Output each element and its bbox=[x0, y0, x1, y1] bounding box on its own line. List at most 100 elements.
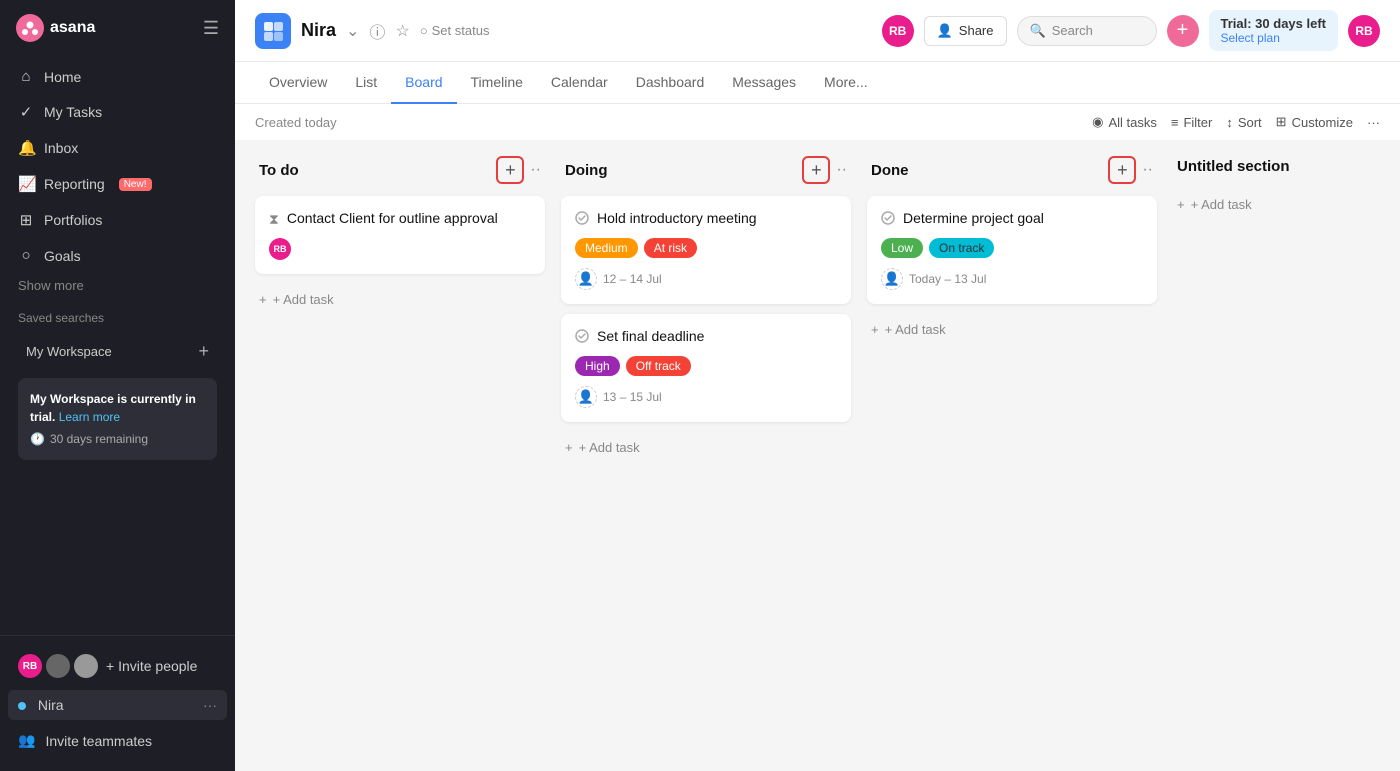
portfolios-icon: ⊞ bbox=[18, 211, 34, 229]
task-tags-meeting: Medium At risk bbox=[575, 238, 837, 258]
column-todo-title: To do bbox=[259, 162, 299, 179]
sort-icon: ↕ bbox=[1226, 115, 1233, 130]
task-title-text: Determine project goal bbox=[903, 210, 1044, 226]
tab-messages[interactable]: Messages bbox=[718, 62, 810, 104]
bell-icon: 🔔 bbox=[18, 139, 34, 157]
asana-logo: asana bbox=[16, 14, 95, 42]
column-done-title: Done bbox=[871, 162, 909, 179]
sidebar-item-home-label: Home bbox=[44, 69, 81, 85]
workspace-add-icon[interactable]: + bbox=[198, 341, 209, 362]
task-card-final-deadline[interactable]: Set final deadline High Off track 👤 13 –… bbox=[561, 314, 851, 422]
asana-logo-icon bbox=[16, 14, 44, 42]
trial-badge-title: Trial: 30 days left bbox=[1221, 16, 1327, 31]
search-placeholder: Search bbox=[1052, 23, 1093, 38]
sidebar-item-reporting[interactable]: 📈 Reporting New! bbox=[8, 167, 227, 201]
project-dot bbox=[18, 702, 26, 710]
trial-text: My Workspace is currently in trial. Lear… bbox=[30, 392, 196, 424]
tab-timeline[interactable]: Timeline bbox=[457, 62, 537, 104]
filter-icon: ≡ bbox=[1171, 115, 1179, 130]
add-task-label: + Add task bbox=[273, 292, 334, 307]
sidebar: asana ☰ ⌂ Home ✓ My Tasks 🔔 Inbox 📈 Repo… bbox=[0, 0, 235, 771]
all-tasks-button[interactable]: ◉ All tasks bbox=[1092, 114, 1157, 130]
circle-check-icon2 bbox=[575, 329, 589, 346]
show-more-button[interactable]: Show more bbox=[8, 274, 227, 297]
workspace-header: My Workspace + bbox=[16, 335, 219, 368]
task-avatar-rb: RB bbox=[269, 238, 291, 260]
goals-icon: ○ bbox=[18, 247, 34, 264]
task-card-project-goal[interactable]: Determine project goal Low On track 👤 To… bbox=[867, 196, 1157, 304]
add-task-todo-row[interactable]: + + Add task bbox=[255, 284, 545, 315]
tag-on-track: On track bbox=[929, 238, 994, 258]
task-title-goal: Determine project goal bbox=[881, 210, 1143, 228]
star-icon[interactable]: ☆ bbox=[395, 21, 409, 41]
trial-days-text: 30 days remaining bbox=[50, 430, 148, 448]
sidebar-item-my-tasks[interactable]: ✓ My Tasks bbox=[8, 95, 227, 129]
avatar-gray2 bbox=[74, 654, 98, 678]
column-done-actions: + ·· bbox=[1108, 156, 1153, 184]
nav-tabs: Overview List Board Timeline Calendar Da… bbox=[235, 62, 1400, 104]
column-done-dots[interactable]: ·· bbox=[1142, 161, 1153, 179]
check-icon: ✓ bbox=[18, 103, 34, 121]
task-date-meeting: 👤 12 – 14 Jul bbox=[575, 268, 837, 290]
avatar-gray bbox=[46, 654, 70, 678]
tab-overview[interactable]: Overview bbox=[255, 62, 341, 104]
column-done: Done + ·· Determine project goal bbox=[867, 156, 1157, 345]
add-task-doing-row[interactable]: + + Add task bbox=[561, 432, 851, 463]
add-task-untitled-row[interactable]: + + Add task bbox=[1173, 189, 1400, 220]
tab-more[interactable]: More... bbox=[810, 62, 882, 104]
task-card-hold-meeting[interactable]: Hold introductory meeting Medium At risk… bbox=[561, 196, 851, 304]
assignee-empty-icon2: 👤 bbox=[575, 386, 597, 408]
customize-button[interactable]: ⊞ Customize bbox=[1276, 114, 1353, 130]
task-title-deadline: Set final deadline bbox=[575, 328, 837, 346]
add-task-label: + Add task bbox=[1191, 197, 1252, 212]
column-done-header: Done + ·· bbox=[867, 156, 1157, 184]
learn-more-link[interactable]: Learn more bbox=[59, 410, 120, 424]
sidebar-item-home[interactable]: ⌂ Home bbox=[8, 60, 227, 93]
sidebar-item-portfolios[interactable]: ⊞ Portfolios bbox=[8, 203, 227, 237]
column-doing-header: Doing + ·· bbox=[561, 156, 851, 184]
tab-calendar[interactable]: Calendar bbox=[537, 62, 622, 104]
set-status-button[interactable]: ○ Set status bbox=[420, 23, 490, 38]
share-button[interactable]: 👤 Share bbox=[924, 16, 1007, 46]
filter-button[interactable]: ≡ Filter bbox=[1171, 115, 1212, 130]
task-card-contact-client[interactable]: ⧗ Contact Client for outline approval RB bbox=[255, 196, 545, 274]
chevron-down-icon[interactable]: ⌄ bbox=[346, 21, 359, 41]
invite-icon: 👥 bbox=[18, 732, 35, 749]
info-icon[interactable]: ⓘ bbox=[369, 19, 385, 43]
more-options-button[interactable]: ··· bbox=[1367, 115, 1380, 130]
select-plan-link[interactable]: Select plan bbox=[1221, 31, 1280, 45]
add-task-done-button[interactable]: + bbox=[1108, 156, 1136, 184]
add-task-doing-button[interactable]: + bbox=[802, 156, 830, 184]
project-icon-box bbox=[255, 13, 291, 49]
invite-teammates-button[interactable]: 👥 Invite teammates bbox=[8, 724, 227, 757]
column-todo: To do + ·· ⧗ Contact Client for outline … bbox=[255, 156, 545, 315]
hamburger-icon[interactable]: ☰ bbox=[203, 18, 219, 39]
topbar: Nira ⌄ ⓘ ☆ ○ Set status RB 👤 Share 🔍 Sea… bbox=[235, 0, 1400, 62]
project-item-nira[interactable]: Nira ··· bbox=[8, 690, 227, 720]
tab-list[interactable]: List bbox=[341, 62, 391, 104]
project-ellipsis[interactable]: ··· bbox=[203, 697, 217, 713]
sidebar-item-goals[interactable]: ○ Goals bbox=[8, 239, 227, 272]
workspace-section: My Workspace + bbox=[8, 331, 227, 372]
tab-board[interactable]: Board bbox=[391, 62, 456, 104]
circle-check-icon3 bbox=[881, 211, 895, 228]
column-todo-dots[interactable]: ·· bbox=[530, 161, 541, 179]
tab-dashboard[interactable]: Dashboard bbox=[622, 62, 719, 104]
tag-high: High bbox=[575, 356, 620, 376]
column-doing-actions: + ·· bbox=[802, 156, 847, 184]
search-box[interactable]: 🔍 Search bbox=[1017, 16, 1157, 46]
topbar-left: Nira ⌄ ⓘ ☆ ○ Set status bbox=[255, 13, 489, 49]
add-task-todo-button[interactable]: + bbox=[496, 156, 524, 184]
add-button[interactable]: + bbox=[1167, 15, 1199, 47]
sidebar-item-inbox[interactable]: 🔔 Inbox bbox=[8, 131, 227, 165]
avatar-row: RB bbox=[18, 654, 98, 678]
sidebar-item-inbox-label: Inbox bbox=[44, 140, 78, 156]
created-today-label: Created today bbox=[255, 115, 337, 130]
sort-button[interactable]: ↕ Sort bbox=[1226, 115, 1261, 130]
trial-days: 🕐 30 days remaining bbox=[30, 430, 205, 448]
add-task-done-row[interactable]: + + Add task bbox=[867, 314, 1157, 345]
column-doing-dots[interactable]: ·· bbox=[836, 161, 847, 179]
task-title-text: Set final deadline bbox=[597, 328, 704, 344]
board-area: To do + ·· ⧗ Contact Client for outline … bbox=[235, 140, 1400, 771]
invite-people-button[interactable]: RB + Invite people bbox=[8, 646, 227, 686]
